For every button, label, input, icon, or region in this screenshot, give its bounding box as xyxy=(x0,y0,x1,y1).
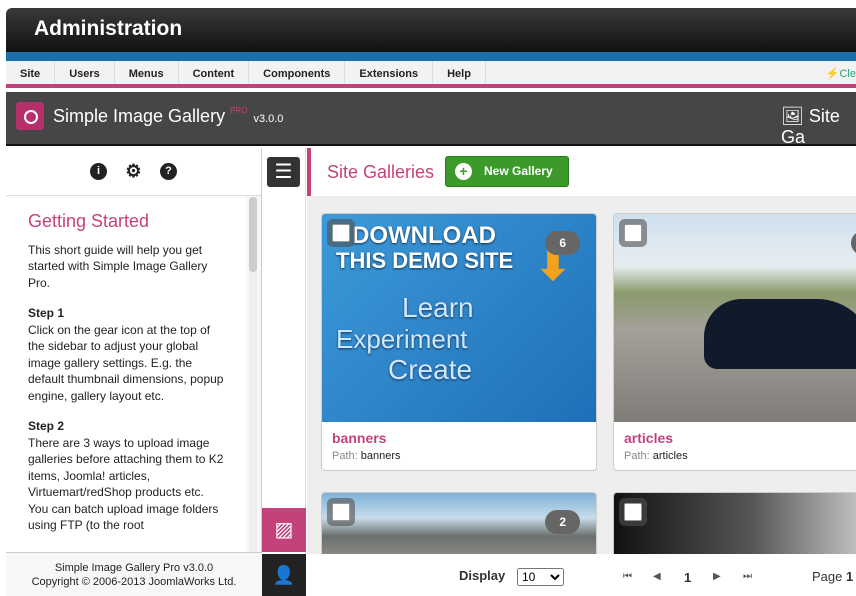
page-value: 1 xyxy=(846,569,854,584)
footer-version: Simple Image Gallery Pro v3.0.0 xyxy=(54,562,214,574)
menu-site[interactable]: Site xyxy=(6,61,56,84)
help-icon[interactable]: ? xyxy=(160,163,177,180)
step-1-title: Step 1 xyxy=(28,306,65,320)
path-label: Path: xyxy=(332,450,358,462)
page-title: Site Galleries xyxy=(327,162,435,182)
main-toolbar: Site Galleries + New Gallery xyxy=(307,148,856,196)
first-page-icon[interactable]: ⏮ xyxy=(623,571,632,582)
page-indicator: Page 1 xyxy=(812,569,853,584)
thumb-text: Create xyxy=(388,354,473,385)
gallery-path: Path: articles xyxy=(624,450,688,462)
next-page-icon[interactable]: ▶ xyxy=(713,571,721,582)
gallery-card[interactable]: 2 xyxy=(321,492,597,554)
camera-icon xyxy=(16,102,44,130)
menu-content[interactable]: Content xyxy=(179,61,250,84)
gallery-thumbnail[interactable] xyxy=(614,493,856,554)
thumb-text: Experiment xyxy=(336,324,468,354)
new-gallery-button[interactable]: + New Gallery xyxy=(445,156,569,187)
current-page[interactable]: 1 xyxy=(684,570,691,585)
footer-copyright: Copyright © 2006-2013 JoomlaWorks Ltd. xyxy=(31,576,237,588)
step-2-text: There are 3 ways to upload image galleri… xyxy=(28,435,224,533)
gallery-checkbox[interactable] xyxy=(624,503,642,521)
header-stripe xyxy=(6,52,856,61)
guide-step-2: Step 2 There are 3 ways to upload image g… xyxy=(28,418,224,534)
admin-header: Administration xyxy=(6,8,856,52)
sidebar: i ⚙ ? Getting Started This short guide w… xyxy=(6,148,262,596)
image-gallery-icon[interactable]: ▨ xyxy=(262,508,306,552)
admin-title: Administration xyxy=(34,17,183,40)
gallery-thumbnail[interactable] xyxy=(614,214,856,422)
icon-rail: ☰ ▨ 👤 xyxy=(262,148,306,596)
plus-icon: + xyxy=(455,163,472,180)
main-content: Site Galleries + New Gallery DOWNLOAD THI… xyxy=(307,148,856,596)
display-label: Display xyxy=(459,568,506,583)
scrollbar-thumb[interactable] xyxy=(249,197,257,272)
getting-started-guide: Getting Started This short guide will he… xyxy=(6,197,246,552)
menu-components[interactable]: Components xyxy=(249,61,346,84)
page-label: Page xyxy=(812,569,843,584)
image-count-badge: 6 xyxy=(545,231,580,255)
gallery-name[interactable]: banners xyxy=(332,430,386,446)
clear-cache-link[interactable]: ⚡Cle xyxy=(826,61,856,84)
thumb-text: THIS DEMO SITE xyxy=(336,248,514,273)
gallery-checkbox[interactable] xyxy=(332,224,350,242)
gallery-grid: DOWNLOAD THIS DEMO SITE Learn Experiment… xyxy=(307,196,856,554)
admin-menu: Site Users Menus Content Components Exte… xyxy=(6,61,856,88)
menu-help[interactable]: Help xyxy=(433,61,486,84)
info-icon[interactable]: i xyxy=(90,163,107,180)
pro-badge: PRO xyxy=(230,106,248,115)
user-icon[interactable]: 👤 xyxy=(262,554,306,596)
sidebar-toolbar: i ⚙ ? xyxy=(6,148,261,196)
path-value: articles xyxy=(652,450,688,462)
gallery-card[interactable]: 8 xyxy=(613,492,856,554)
gallery-icon: 🖼 xyxy=(781,106,804,126)
app-title: Simple Image Gallery PRO v3.0.0 xyxy=(53,106,283,127)
guide-title: Getting Started xyxy=(28,211,150,231)
menu-toggle-icon[interactable]: ☰ xyxy=(267,157,300,187)
gallery-card[interactable]: 94 articles Path: articles xyxy=(613,213,856,471)
prev-page-icon[interactable]: ◀ xyxy=(653,571,661,582)
gallery-path: Path: banners xyxy=(332,450,401,462)
gallery-card[interactable]: DOWNLOAD THIS DEMO SITE Learn Experiment… xyxy=(321,213,597,471)
gear-icon[interactable]: ⚙ xyxy=(125,162,142,180)
guide-intro: This short guide will help you get start… xyxy=(28,242,208,290)
gallery-checkbox[interactable] xyxy=(332,503,350,521)
sidebar-scrollbar[interactable] xyxy=(249,197,257,552)
gallery-checkbox[interactable] xyxy=(624,224,642,242)
menu-users[interactable]: Users xyxy=(55,61,115,84)
car-image xyxy=(704,299,856,369)
menu-menus[interactable]: Menus xyxy=(115,61,179,84)
new-gallery-label: New Gallery xyxy=(484,164,553,178)
section-title: 🖼 Site Ga xyxy=(781,106,856,148)
path-label: Path: xyxy=(624,450,650,462)
path-value: banners xyxy=(360,450,401,462)
last-page-icon[interactable]: ⏭ xyxy=(743,571,752,582)
display-select[interactable]: 10 xyxy=(517,568,564,586)
step-2-title: Step 2 xyxy=(28,419,65,433)
gallery-name[interactable]: articles xyxy=(624,430,673,446)
app-version: v3.0.0 xyxy=(253,113,284,125)
guide-step-1: Step 1 Click on the gear icon at the top … xyxy=(28,305,224,404)
sidebar-footer: Simple Image Gallery Pro v3.0.0 Copyright… xyxy=(6,552,262,596)
thumb-text: DOWNLOAD xyxy=(352,222,496,249)
menu-extensions[interactable]: Extensions xyxy=(345,61,434,84)
clear-cache-label: Cle xyxy=(839,68,856,80)
pagination: Display 10 ⏮ ◀ 1 ▶ ⏭ Page 1 xyxy=(307,554,856,596)
thumb-text: Learn xyxy=(402,292,474,323)
image-count-badge: 2 xyxy=(545,510,580,534)
step-1-text: Click on the gear icon at the top of the… xyxy=(28,322,224,403)
app-name: Simple Image Gallery xyxy=(53,106,226,126)
app-header: Simple Image Gallery PRO v3.0.0 🖼 Site Ga xyxy=(6,92,856,148)
